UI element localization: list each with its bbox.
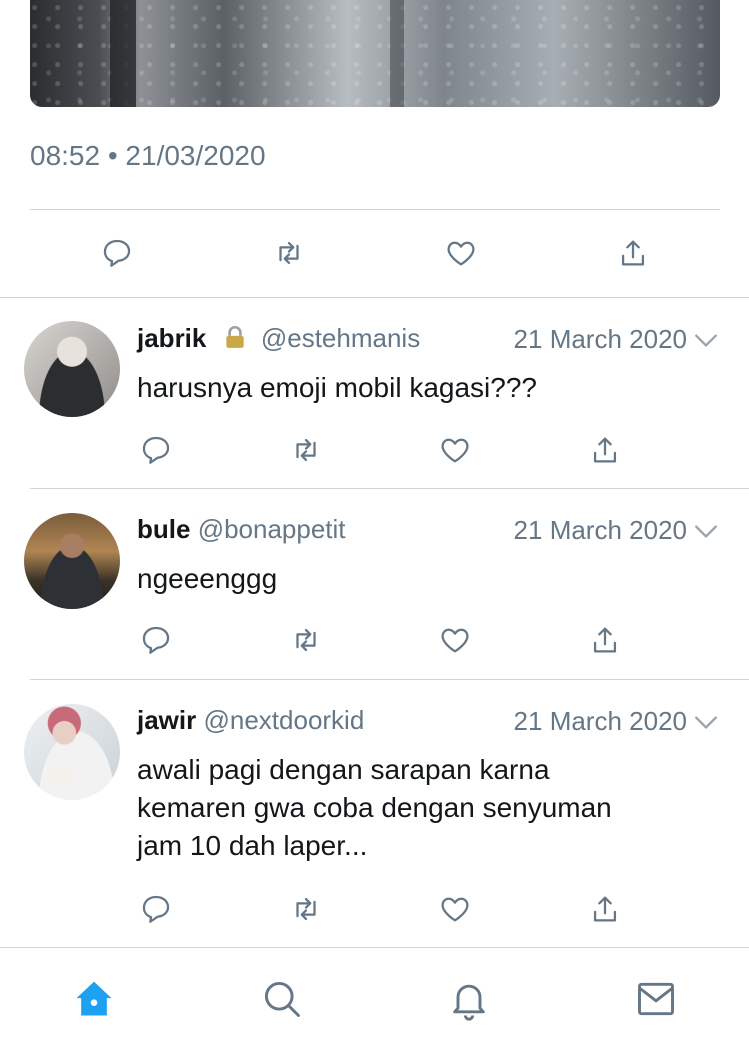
share-icon: [593, 627, 617, 653]
like-icon: [441, 897, 469, 922]
reply-text-line: jam 10 dah laper...: [137, 830, 368, 861]
share-button[interactable]: [585, 432, 625, 468]
like-button[interactable]: [441, 235, 481, 271]
avatar[interactable]: [24, 704, 120, 800]
reply-date: 21 March 2020: [513, 515, 687, 545]
reply-text-line: awali pagi dengan sarapan karna: [137, 754, 550, 785]
reply-date: 21 March 2020: [513, 324, 687, 354]
share-button[interactable]: [585, 622, 625, 658]
chevron-down-icon[interactable]: [693, 330, 719, 350]
notifications-icon: [453, 984, 485, 1021]
like-button[interactable]: [435, 432, 475, 468]
like-button[interactable]: [435, 622, 475, 658]
user-handle[interactable]: @bonappetit: [198, 514, 346, 544]
reply-button[interactable]: [97, 235, 137, 271]
like-icon: [447, 241, 475, 266]
like-icon: [441, 438, 469, 463]
user-handle[interactable]: @estehmanis: [261, 323, 420, 353]
reply-icon: [142, 895, 170, 923]
reply-icon: [103, 239, 131, 267]
retweet-icon: [296, 438, 316, 462]
like-icon: [441, 628, 469, 653]
reply-button[interactable]: [136, 432, 176, 468]
home-icon: [76, 981, 112, 1016]
reply-date: 21 March 2020: [513, 706, 687, 736]
share-icon: [621, 240, 645, 266]
tweet-photo[interactable]: [30, 0, 720, 107]
reply-author: bule @bonappetit: [137, 514, 346, 545]
chevron-down-icon[interactable]: [693, 521, 719, 541]
retweet-icon: [279, 241, 299, 265]
retweet-icon: [296, 897, 316, 921]
tab-notifications[interactable]: [444, 974, 494, 1024]
display-name: jawir: [137, 705, 197, 735]
photo-detail: [390, 0, 404, 107]
reply-text-line: kemaren gwa coba dengan senyuman: [137, 792, 612, 823]
reply-text: harusnya emoji mobil kagasi???: [137, 372, 537, 403]
tab-messages[interactable]: [631, 974, 681, 1024]
display-name: jabrik: [137, 323, 207, 353]
reply-icon: [142, 626, 170, 654]
share-icon: [593, 437, 617, 463]
share-button[interactable]: [585, 891, 625, 927]
lock-icon: [225, 326, 244, 348]
divider: [30, 488, 749, 489]
share-button[interactable]: [613, 235, 653, 271]
retweet-button[interactable]: [286, 432, 326, 468]
retweet-button[interactable]: [286, 891, 326, 927]
divider: [30, 209, 720, 210]
user-handle[interactable]: @nextdoorkid: [203, 705, 364, 735]
reply-author: jabrik @estehmanis: [137, 323, 420, 354]
tab-search[interactable]: [257, 974, 307, 1024]
retweet-button[interactable]: [286, 622, 326, 658]
avatar[interactable]: [24, 321, 120, 417]
reply-text: ngeeenggg: [137, 563, 278, 594]
reply-button[interactable]: [136, 622, 176, 658]
search-icon: [264, 981, 300, 1017]
tweet-timestamp: 08:52 • 21/03/2020: [30, 140, 266, 171]
reply-button[interactable]: [136, 891, 176, 927]
tab-home[interactable]: [69, 974, 119, 1024]
avatar[interactable]: [24, 513, 120, 609]
display-name: bule: [137, 514, 191, 544]
chevron-down-icon[interactable]: [693, 712, 719, 732]
bottom-tab-bar: [0, 947, 749, 1047]
retweet-button[interactable]: [269, 235, 309, 271]
retweet-icon: [296, 628, 316, 652]
messages-icon: [638, 982, 674, 1016]
divider: [30, 679, 749, 680]
share-icon: [593, 896, 617, 922]
photo-detail: [110, 0, 136, 107]
divider: [0, 297, 749, 298]
reply-author: jawir @nextdoorkid: [137, 705, 364, 736]
reply-icon: [142, 436, 170, 464]
like-button[interactable]: [435, 891, 475, 927]
